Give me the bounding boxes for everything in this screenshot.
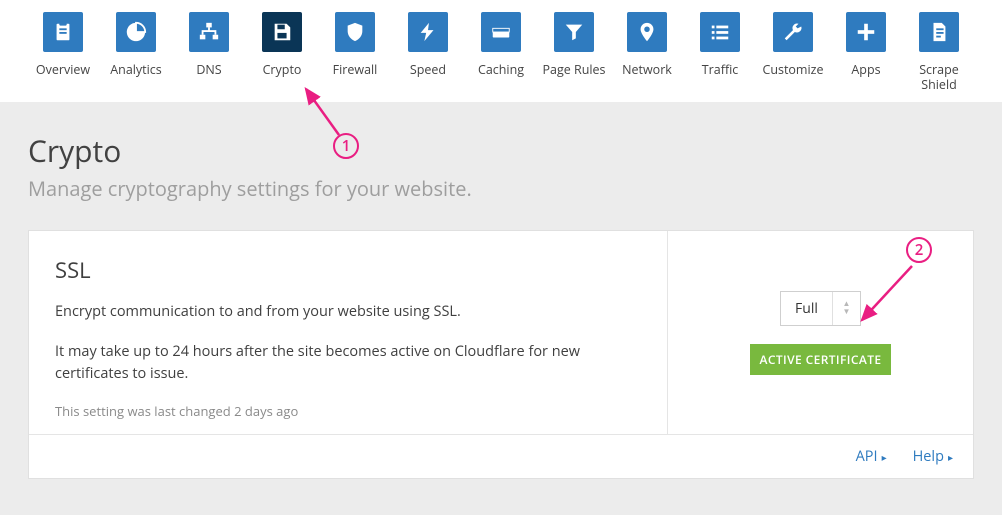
nav-item-crypto[interactable]: Crypto xyxy=(247,12,317,92)
active-certificate-badge: ACTIVE CERTIFICATE xyxy=(750,344,892,375)
drive-icon xyxy=(481,12,521,52)
nav-item-speed[interactable]: Speed xyxy=(393,12,463,92)
nav-label-dns: DNS xyxy=(196,62,221,77)
nav-label-apps: Apps xyxy=(851,62,880,77)
help-link[interactable]: Help ▸ xyxy=(913,447,953,466)
nav-label-pagerules: Page Rules xyxy=(542,62,605,77)
nav-label-crypto: Crypto xyxy=(263,62,302,77)
save-icon xyxy=(262,12,302,52)
doc-icon xyxy=(919,12,959,52)
caret-right-icon: ▸ xyxy=(948,450,953,464)
nav-label-caching: Caching xyxy=(478,62,524,77)
sitemap-icon xyxy=(189,12,229,52)
ssl-changed-meta: This setting was last changed 2 days ago xyxy=(55,402,643,420)
nav-item-network[interactable]: Network xyxy=(612,12,682,92)
ssl-card-body: SSL Encrypt communication to and from yo… xyxy=(29,231,668,434)
bolt-icon xyxy=(408,12,448,52)
page-subtitle: Manage cryptography settings for your we… xyxy=(28,175,974,202)
nav-item-firewall[interactable]: Firewall xyxy=(320,12,390,92)
api-link-label: API xyxy=(856,447,878,466)
stepper-arrows-icon: ▲▼ xyxy=(832,292,860,325)
clipboard-icon xyxy=(43,12,83,52)
ssl-desc-2: It may take up to 24 hours after the sit… xyxy=(55,341,643,385)
nav-item-traffic[interactable]: Traffic xyxy=(685,12,755,92)
nav-item-scrape[interactable]: Scrape Shield xyxy=(904,12,974,92)
ssl-mode-value: Full xyxy=(781,292,832,325)
caret-right-icon: ▸ xyxy=(882,450,887,464)
nav-item-overview[interactable]: Overview xyxy=(28,12,98,92)
nav-item-pagerules[interactable]: Page Rules xyxy=(539,12,609,92)
nav-item-apps[interactable]: Apps xyxy=(831,12,901,92)
nav-label-traffic: Traffic xyxy=(702,62,739,77)
nav-label-firewall: Firewall xyxy=(333,62,378,77)
card-footer: API ▸ Help ▸ xyxy=(29,434,973,478)
list-icon xyxy=(700,12,740,52)
nav-item-analytics[interactable]: Analytics xyxy=(101,12,171,92)
page-title: Crypto xyxy=(28,130,974,171)
top-nav: Overview Analytics DNS Crypto Firewall Speed C… xyxy=(0,0,1002,92)
api-link[interactable]: API ▸ xyxy=(856,447,887,466)
nav-label-speed: Speed xyxy=(410,62,446,77)
ssl-heading: SSL xyxy=(55,255,643,285)
nav-label-scrape: Scrape Shield xyxy=(904,62,974,92)
nav-item-caching[interactable]: Caching xyxy=(466,12,536,92)
nav-item-customize[interactable]: Customize xyxy=(758,12,828,92)
wrench-icon xyxy=(773,12,813,52)
ssl-mode-select[interactable]: Full ▲▼ xyxy=(780,291,861,326)
nav-label-network: Network xyxy=(622,62,672,77)
shield-icon xyxy=(335,12,375,52)
pie-icon xyxy=(116,12,156,52)
plus-icon xyxy=(846,12,886,52)
ssl-card: SSL Encrypt communication to and from yo… xyxy=(28,230,974,479)
nav-label-overview: Overview xyxy=(36,62,90,77)
pin-icon xyxy=(627,12,667,52)
ssl-desc-1: Encrypt communication to and from your w… xyxy=(55,301,643,323)
page-body: Crypto Manage cryptography settings for … xyxy=(0,102,1002,515)
help-link-label: Help xyxy=(913,447,944,466)
nav-label-analytics: Analytics xyxy=(110,62,162,77)
nav-label-customize: Customize xyxy=(762,62,823,77)
funnel-icon xyxy=(554,12,594,52)
nav-item-dns[interactable]: DNS xyxy=(174,12,244,92)
ssl-card-controls: Full ▲▼ ACTIVE CERTIFICATE xyxy=(668,231,973,434)
